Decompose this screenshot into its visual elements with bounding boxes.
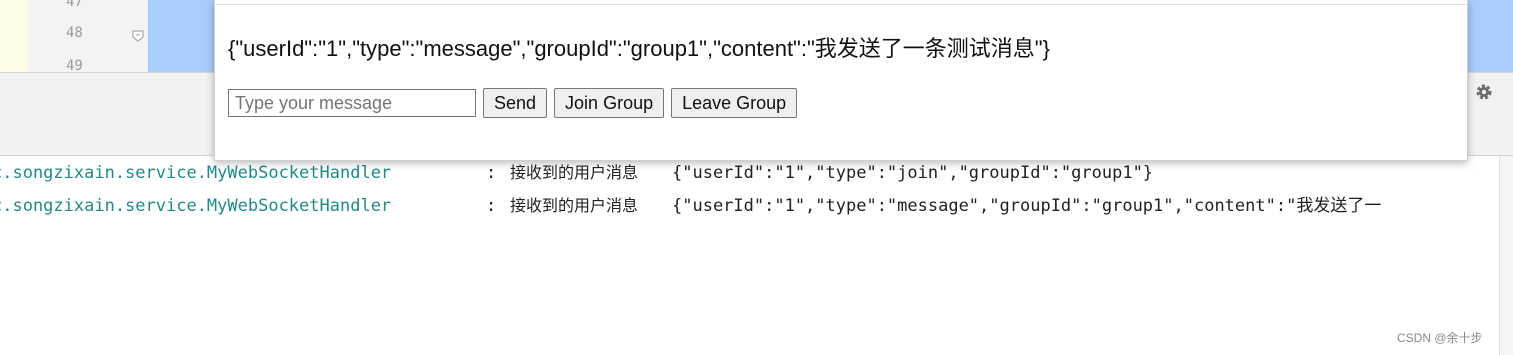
log-separator: : <box>486 163 497 183</box>
console-scrollbar[interactable] <box>1499 156 1513 355</box>
leave-group-button[interactable]: Leave Group <box>671 88 798 118</box>
log-message: {"userId":"1","type":"message","groupId"… <box>672 196 1382 216</box>
log-label: 接收到的用户消息 <box>510 196 639 215</box>
chat-page-window: {"userId":"1","type":"message","groupId"… <box>214 0 1468 161</box>
log-line: c.songzixain.service.MyWebSocketHandler … <box>0 194 1499 218</box>
join-group-button[interactable]: Join Group <box>554 88 665 118</box>
message-input[interactable] <box>228 89 476 117</box>
log-class-name[interactable]: c.songzixain.service.MyWebSocketHandler <box>0 161 391 185</box>
send-button[interactable]: Send <box>483 88 548 118</box>
watermark: CSDN @余十步 <box>1397 331 1483 345</box>
gear-icon[interactable] <box>1474 82 1494 102</box>
editor-left-strip <box>0 0 28 72</box>
console-output: c.songzixain.service.MyWebSocketHandler … <box>0 156 1499 355</box>
received-message: {"userId":"1","type":"message","groupId"… <box>228 36 1050 61</box>
log-label: 接收到的用户消息 <box>510 163 639 182</box>
chat-controls: Send Join Group Leave Group <box>228 87 798 119</box>
divider <box>215 4 1467 5</box>
line-number-gutter: 47 48 49 <box>28 0 149 74</box>
line-number: 47 <box>66 0 83 10</box>
log-separator: : <box>486 196 497 216</box>
fold-marker-icon[interactable] <box>132 30 144 42</box>
log-line: c.songzixain.service.MyWebSocketHandler … <box>0 161 1499 185</box>
log-class-name[interactable]: c.songzixain.service.MyWebSocketHandler <box>0 194 391 218</box>
line-number: 48 <box>66 25 83 41</box>
log-message: {"userId":"1","type":"join","groupId":"g… <box>672 163 1154 183</box>
